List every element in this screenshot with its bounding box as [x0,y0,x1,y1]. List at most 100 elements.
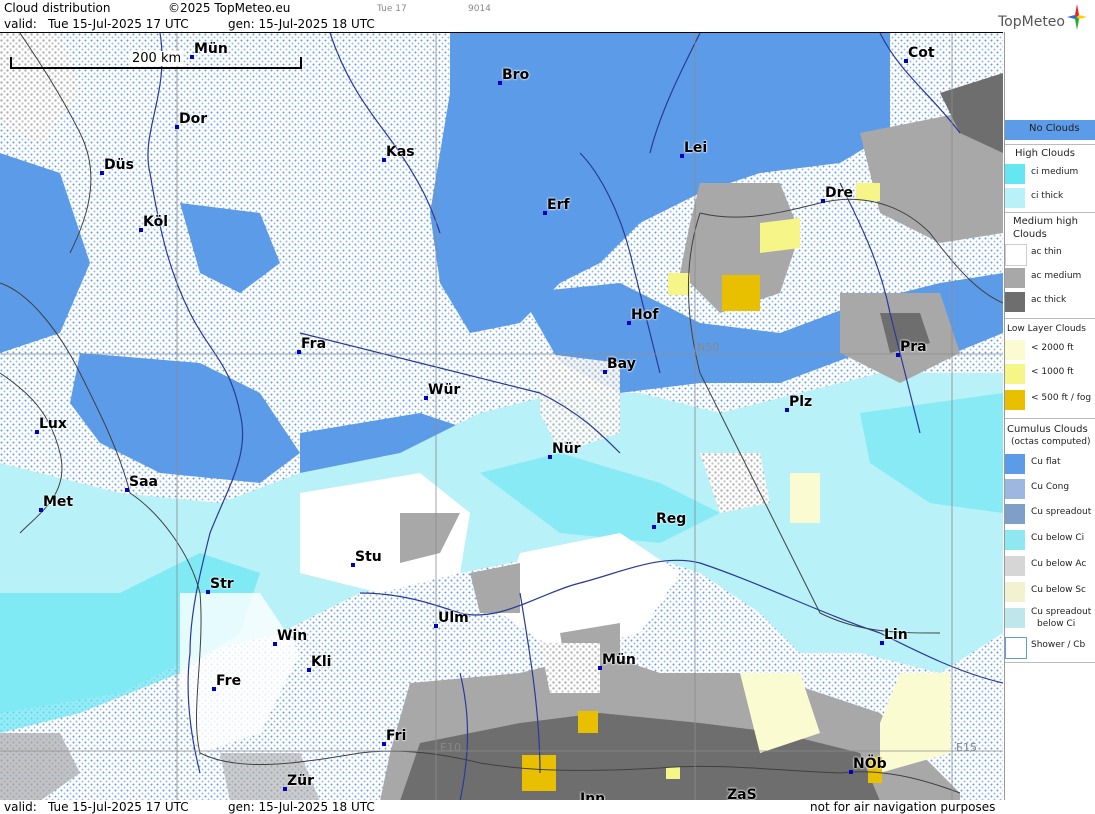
city-label: Kas [386,144,415,160]
city-label: Düs [104,157,134,173]
scale-bar: 200 km [10,51,302,69]
legend-separator [1005,144,1095,145]
city-label: Stu [355,549,382,565]
legend-cu-spreadout: Cu spreadout [1005,502,1095,526]
city-label: Hof [631,307,659,323]
legend-swatch-lt2000 [1005,340,1025,360]
legend-swatch-ac-medium [1005,268,1025,288]
city-label: Bay [607,356,636,372]
legend-cu-cong: Cu Cong [1005,477,1095,501]
legend-swatch-cu-cong [1005,479,1025,499]
legend-label-cu-spreadout: Cu spreadout [1031,507,1092,517]
city-label: Bro [502,67,530,83]
topmeteo-logo: TopMeteo [987,4,1087,30]
city-label: Dor [179,111,208,127]
legend-title-high: High Clouds [1015,148,1075,159]
city-label: Fra [301,336,327,352]
grid-label-n50: N50 [697,341,720,354]
legend-separator [1005,318,1095,319]
city-label: Lux [39,416,67,432]
legend-panel: No Clouds High Clouds ci medium ci thick… [1004,32,1095,800]
legend-label-cu-below-ci: Cu below Ci [1031,533,1085,543]
legend-label-cu-cong: Cu Cong [1031,482,1070,492]
legend-swatch-ac-thin [1005,244,1027,266]
city-label: Str [210,576,234,592]
city-label: Cot [908,45,935,61]
city-label: Reg [656,511,687,527]
legend-separator [1005,212,1095,213]
legend-label-lt1000: < 1000 ft [1031,367,1074,377]
legend-label-cu-below-sc: Cu below Sc [1031,585,1086,595]
legend-swatch-cu-below-sc [1005,582,1025,602]
legend-separator [1005,418,1095,419]
legend-swatch-cu-below-ci [1005,530,1025,550]
legend-swatch-ci-thick [1005,188,1025,208]
legend-label-cu-below-ac: Cu below Ac [1031,559,1087,569]
legend-title-medium-1: Medium high [1013,216,1078,227]
legend-lt1000: < 1000 ft [1005,362,1095,386]
city-label: Pra [900,339,927,355]
valid-value: Tue 15-Jul-2025 17 UTC [48,17,189,31]
footer-valid-value: Tue 15-Jul-2025 17 UTC [48,800,189,814]
map-title: Cloud distribution [4,1,111,15]
legend-swatch-ac-thick [1005,292,1025,312]
map-footer: valid: Tue 15-Jul-2025 17 UTC gen: 15-Ju… [0,800,1095,814]
legend-cu-below-sc: Cu below Sc [1005,580,1095,604]
legend-ac-thick: ac thick [1005,290,1095,314]
scale-bar-line [12,67,300,69]
logo-text: TopMeteo [998,14,1065,30]
city-label: Win [277,628,308,644]
legend-label-cu-spread-ci-1: Cu spreadout [1031,607,1092,617]
city-label: Kli [311,654,332,670]
legend-label-no-clouds: No Clouds [1029,123,1080,134]
city-label: Wür [428,382,461,398]
legend-swatch-lt1000 [1005,364,1025,384]
city-label: Zür [287,773,315,789]
city-label: Saa [129,474,158,490]
legend-ac-medium: ac medium [1005,266,1095,290]
map-header: Cloud distribution ©2025 TopMeteo.eu val… [0,0,1095,32]
legend-label-ac-thin: ac thin [1031,247,1062,257]
city-label: Nür [552,441,581,457]
cloud-map-canvas [0,33,1003,801]
compass-icon [1067,4,1087,30]
legend-label-lt500: < 500 ft / fog [1031,393,1092,403]
footer-valid-label: valid: [4,800,37,814]
legend-label-cu-spread-ci-2: below Ci [1037,619,1076,629]
legend-cu-below-ac: Cu below Ac [1005,554,1095,578]
legend-separator [1005,662,1095,663]
city-label: Lin [884,627,908,643]
legend-lt2000: < 2000 ft [1005,338,1095,362]
legend-title-cu-2: (octas computed) [1011,437,1091,447]
city-label: Ulm [438,610,469,626]
legend-label-shower: Shower / Cb [1031,640,1086,650]
day-code: Tue 17 [377,4,407,14]
city-label: Met [43,494,74,510]
cloud-map[interactable]: N50 E10 E15 200 km Mün Bro Cot Dor Kas Lei Düs… [0,32,1003,802]
legend-swatch-cu-spread-ci [1005,608,1025,628]
legend-title-cu-1: Cumulus Clouds [1007,424,1088,435]
legend-cu-flat: Cu flat [1005,452,1095,476]
legend-label-ac-medium: ac medium [1031,271,1082,281]
legend-title-low: Low Layer Clouds [1007,324,1086,334]
copyright: ©2025 TopMeteo.eu [168,1,291,15]
legend-lt500: < 500 ft / fog [1005,388,1095,412]
legend-label-ci-thick: ci thick [1031,191,1064,201]
legend-no-clouds: No Clouds [1005,118,1095,142]
city-label: Lei [684,140,708,156]
footer-gen-value: gen: 15-Jul-2025 18 UTC [228,800,375,814]
legend-label-ac-thick: ac thick [1031,295,1067,305]
city-label: Mün [602,652,636,668]
legend-swatch-cu-below-ac [1005,556,1025,576]
run-code: 9014 [468,4,491,14]
city-label: Dre [825,185,854,201]
legend-label-ci-medium: ci medium [1031,167,1079,177]
legend-swatch-cu-flat [1005,454,1025,474]
legend-ci-thick: ci thick [1005,186,1095,210]
legend-label-lt2000: < 2000 ft [1031,343,1074,353]
grid-label-e15: E15 [956,741,977,754]
legend-swatch-shower [1005,637,1027,659]
valid-label: valid: [4,17,37,31]
legend-ac-thin: ac thin [1005,242,1095,266]
legend-swatch-lt500 [1005,390,1025,410]
